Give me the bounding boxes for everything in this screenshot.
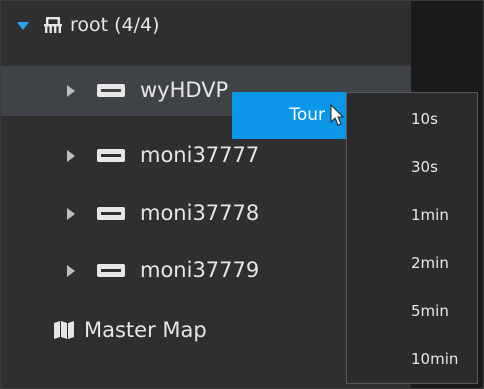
collapse-arrow-icon[interactable] <box>67 150 75 162</box>
collapse-arrow-icon[interactable] <box>67 208 75 220</box>
tree-root-label: root (4/4) <box>70 14 160 36</box>
collapse-arrow-icon[interactable] <box>67 265 75 277</box>
device-icon <box>97 84 125 97</box>
map-icon <box>54 321 74 339</box>
tour-interval-submenu: 10s 30s 1min 2min 5min 10min <box>346 92 478 384</box>
device-icon <box>97 149 125 162</box>
master-map-label: Master Map <box>84 318 207 342</box>
device-icon <box>97 264 125 277</box>
interval-option-2min[interactable]: 2min <box>347 239 477 287</box>
device-label: moni37778 <box>140 201 260 225</box>
expand-arrow-icon[interactable] <box>17 22 29 30</box>
interval-option-30s[interactable]: 30s <box>347 143 477 191</box>
interval-option-5min[interactable]: 5min <box>347 287 477 335</box>
interval-option-1min[interactable]: 1min <box>347 191 477 239</box>
device-label: wyHDVP <box>140 78 229 102</box>
device-label: moni37777 <box>140 143 260 167</box>
organization-icon <box>44 17 62 33</box>
interval-option-10s[interactable]: 10s <box>347 95 477 143</box>
device-icon <box>97 207 125 220</box>
interval-option-10min[interactable]: 10min <box>347 335 477 383</box>
tree-root-row[interactable]: root (4/4) <box>1 1 411 51</box>
mouse-cursor-icon <box>330 104 344 126</box>
collapse-arrow-icon[interactable] <box>67 85 75 97</box>
device-label: moni37779 <box>140 258 260 282</box>
